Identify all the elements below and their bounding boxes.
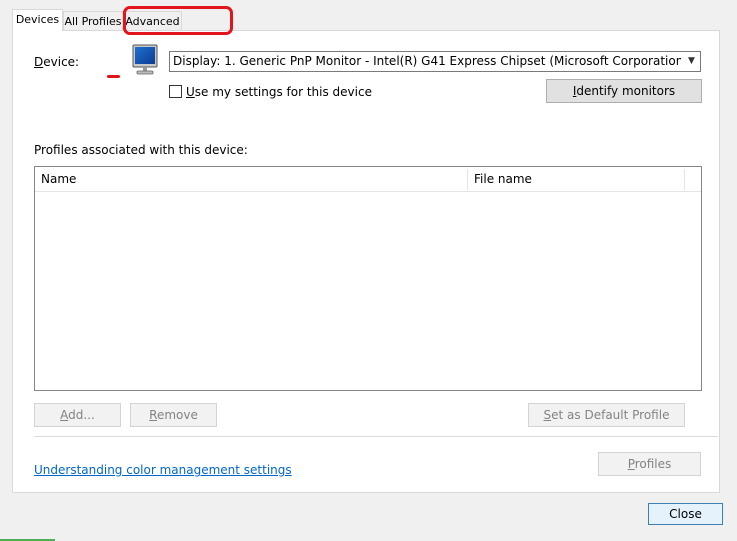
tab-devices[interactable]: Devices <box>12 9 63 31</box>
profiles-button[interactable]: Profiles <box>598 452 701 476</box>
divider <box>34 436 718 437</box>
monitor-icon <box>130 44 160 76</box>
annotation-highlight <box>123 6 233 35</box>
device-select[interactable]: Display: 1. Generic PnP Monitor - Intel(… <box>169 51 701 72</box>
add-button[interactable]: Add... <box>34 403 121 427</box>
use-settings-checkbox[interactable] <box>169 85 182 98</box>
identify-monitors-button[interactable]: Identify monitors <box>546 79 702 103</box>
tab-all-profiles[interactable]: All Profiles <box>63 11 123 31</box>
set-default-profile-button[interactable]: Set as Default Profile <box>528 403 685 427</box>
table-header: Name File name <box>35 167 701 192</box>
tab-all-profiles-label: All Profiles <box>64 15 122 28</box>
device-label: Device: <box>34 55 80 69</box>
annotation-mark <box>107 75 120 78</box>
remove-button[interactable]: Remove <box>130 403 217 427</box>
close-button[interactable]: Close <box>648 503 723 525</box>
column-header-file-name[interactable]: File name <box>468 167 684 192</box>
profiles-label: Profiles associated with this device: <box>34 143 248 157</box>
color-management-help-link[interactable]: Understanding color management settings <box>34 463 292 477</box>
device-select-value: Display: 1. Generic PnP Monitor - Intel(… <box>173 54 681 68</box>
tab-devices-label: Devices <box>15 13 60 26</box>
profiles-table[interactable]: Name File name <box>34 166 702 391</box>
use-settings-label[interactable]: Use my settings for this device <box>186 85 372 99</box>
chevron-down-icon[interactable]: ▼ <box>683 52 700 71</box>
column-header-name[interactable]: Name <box>35 167 467 192</box>
